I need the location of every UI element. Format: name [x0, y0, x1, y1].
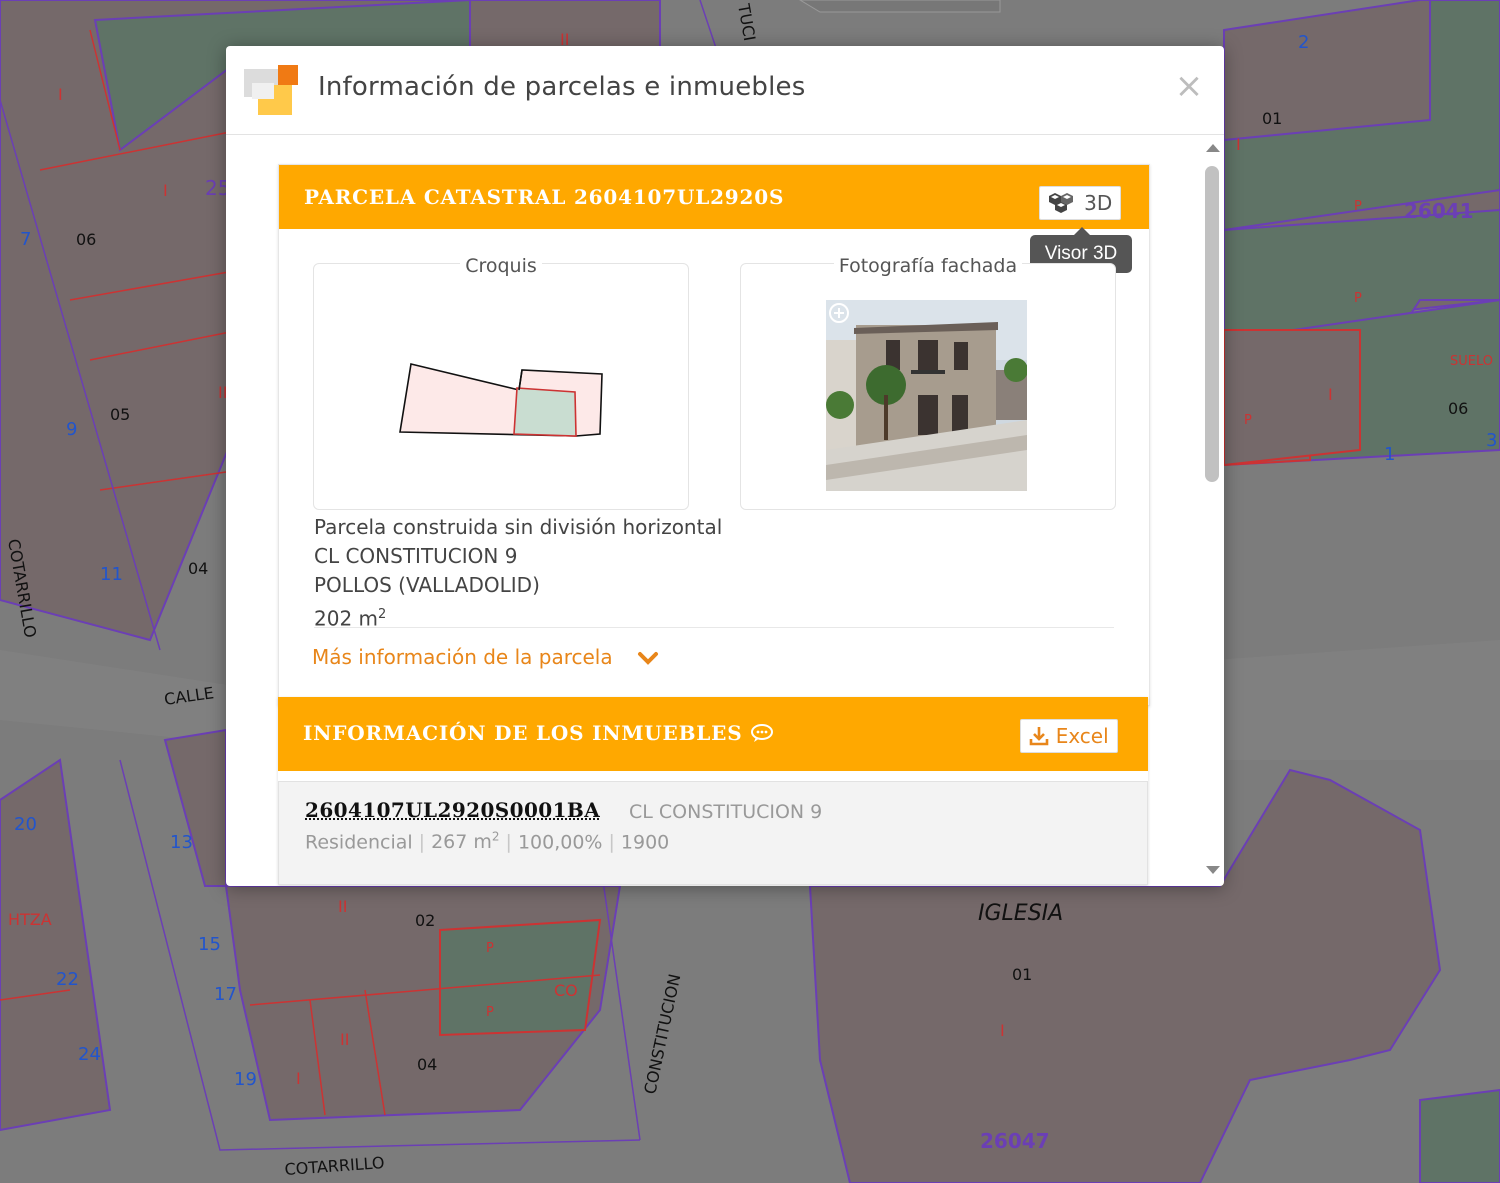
map-label: 1: [1384, 444, 1395, 465]
map-label: 3: [1486, 430, 1497, 451]
divider: [314, 627, 1114, 628]
map-label: 26047: [980, 1129, 1050, 1153]
map-label: 26041: [1404, 199, 1474, 223]
modal-scroll-area[interactable]: PARCELA CATASTRAL 2604107UL2920S 3D Viso…: [226, 135, 1224, 886]
more-parcel-info-link[interactable]: Más información de la parcela: [312, 645, 613, 669]
map-label: P: [1244, 413, 1252, 428]
inmueble-reference-link[interactable]: 2604107UL2920S0001BA: [305, 798, 600, 822]
parcel-panel-header: PARCELA CATASTRAL 2604107UL2920S 3D: [279, 165, 1149, 229]
visor-3d-label: 3D: [1084, 191, 1113, 215]
inmueble-participacion: 100,00%: [517, 831, 603, 854]
map-label: 06: [76, 230, 96, 249]
map-label: 20: [14, 814, 37, 835]
close-button[interactable]: ×: [1172, 66, 1206, 106]
map-label: 01: [1012, 965, 1032, 984]
scroll-thumb[interactable]: [1205, 166, 1219, 482]
inmueble-row[interactable]: 2604107UL2920S0001BA CL CONSTITUCION 9 R…: [278, 781, 1148, 885]
parcel-area: 202 m2: [314, 606, 387, 631]
scroll-down-arrow[interactable]: [1206, 866, 1220, 874]
fachada-photo[interactable]: [826, 300, 1027, 491]
map-label: SUELO: [1450, 354, 1493, 369]
map-label: 01: [1262, 109, 1282, 128]
map-label: 24: [78, 1044, 101, 1065]
map-label: 2: [1298, 32, 1309, 53]
parcel-sketch: [399, 363, 603, 437]
inmuebles-panel: INFORMACIÓN DE LOS INMUEBLES Excel 26041…: [278, 697, 1148, 885]
chevron-down-icon[interactable]: [637, 651, 659, 665]
parcel-panel: PARCELA CATASTRAL 2604107UL2920S 3D Viso…: [278, 164, 1150, 706]
map-label: P: [1354, 291, 1362, 306]
map-label: 7: [20, 229, 31, 250]
map-label: 22: [56, 969, 79, 990]
parcel-municipality: POLLOS (VALLADOLID): [314, 573, 540, 597]
parcel-info-modal: Información de parcelas e inmuebles × PA…: [226, 46, 1224, 886]
map-label: 04: [188, 559, 208, 578]
map-label: I: [1000, 1021, 1005, 1040]
map-label: II: [340, 1030, 349, 1049]
map-label: I: [296, 1069, 301, 1088]
excel-export-button[interactable]: Excel: [1020, 719, 1118, 753]
map-label: 13: [170, 832, 193, 853]
map-label: HTZA: [8, 910, 52, 929]
cubes-icon: [1048, 193, 1073, 213]
comment-icon[interactable]: [750, 724, 774, 742]
map-label: II: [338, 897, 347, 916]
excel-label: Excel: [1055, 724, 1109, 748]
visor-3d-button[interactable]: 3D: [1039, 186, 1121, 220]
download-icon: [1030, 727, 1049, 746]
parcel-type: Parcela construida sin división horizont…: [314, 515, 723, 539]
map-label: I: [1328, 385, 1333, 404]
map-label: I: [1236, 135, 1241, 154]
map-label: I: [163, 181, 168, 200]
parcel-address: CL CONSTITUCION 9: [314, 544, 518, 568]
map-label: 11: [100, 564, 123, 585]
inmueble-address: CL CONSTITUCION 9: [629, 801, 823, 823]
inmueble-superficie: 267 m2: [431, 830, 500, 854]
fachada-label: Fotografía fachada: [833, 255, 1023, 277]
inmueble-year: 1900: [620, 831, 670, 854]
parcel-top-right: [799, 0, 1001, 13]
map-label: 05: [110, 405, 130, 424]
modal-header: Información de parcelas e inmuebles ×: [226, 46, 1224, 135]
map-label: IGLESIA: [978, 901, 1063, 926]
croquis-box[interactable]: Croquis: [313, 255, 689, 510]
map-label: 06: [1448, 399, 1468, 418]
map-label: P: [486, 941, 494, 956]
map-label: P: [486, 1005, 494, 1020]
fachada-photo-box[interactable]: Fotografía fachada: [740, 255, 1116, 510]
catastro-logo: [244, 65, 298, 115]
map-label: P: [1354, 199, 1362, 214]
parcel-description: Parcela construida sin división horizont…: [314, 513, 722, 634]
map-label: 15: [198, 934, 221, 955]
map-label: 02: [415, 911, 435, 930]
scroll-up-arrow[interactable]: [1206, 144, 1220, 152]
map-label: 17: [214, 984, 237, 1005]
inmuebles-title: INFORMACIÓN DE LOS INMUEBLES: [303, 721, 774, 745]
map-label: 19: [234, 1069, 257, 1090]
map-label: 9: [66, 419, 77, 440]
map-label: 04: [417, 1055, 437, 1074]
inmueble-meta: Residencial | 267 m2 | 100,00% | 1900: [305, 830, 670, 854]
inmueble-uso: Residencial: [305, 831, 413, 854]
inmuebles-panel-header: INFORMACIÓN DE LOS INMUEBLES Excel: [278, 697, 1148, 771]
modal-title: Información de parcelas e inmuebles: [318, 72, 806, 102]
map-label: CO: [554, 981, 578, 1000]
modal-scrollbar[interactable]: [1200, 142, 1224, 882]
parcel-title: PARCELA CATASTRAL 2604107UL2920S: [304, 185, 785, 209]
map-label: I: [58, 85, 63, 104]
